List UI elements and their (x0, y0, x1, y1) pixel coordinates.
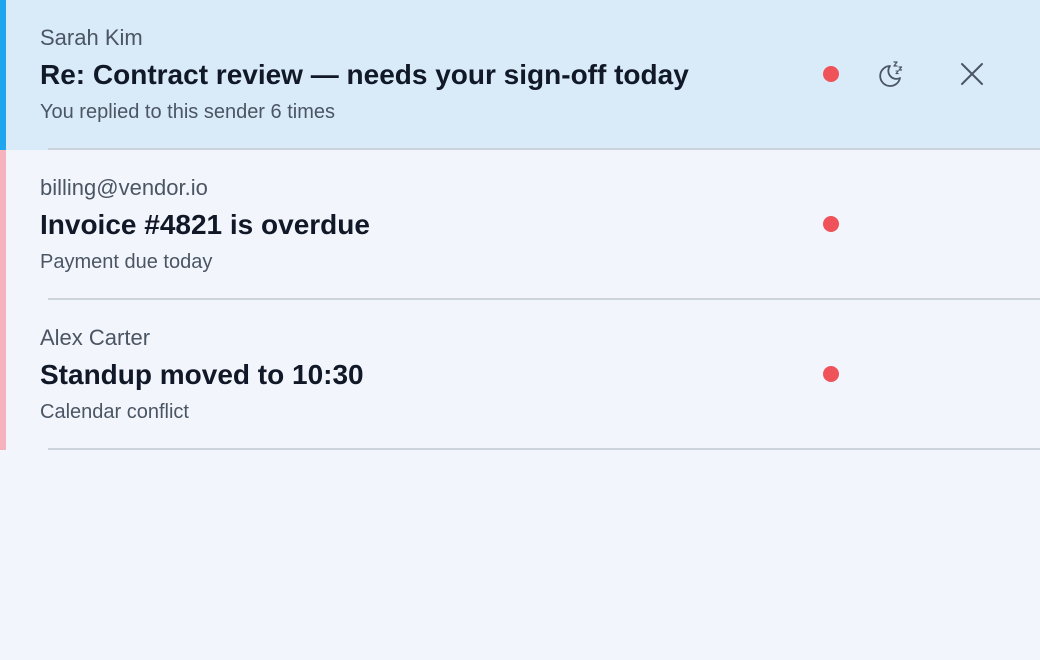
priority-reason: You replied to this sender 6 times (40, 101, 335, 123)
sender-name: billing@vendor.io (40, 175, 208, 200)
message-row[interactable]: Alex Carter Standup moved to 10:30 Calen… (0, 300, 1040, 450)
message-subject: Invoice #4821 is overdue (40, 209, 370, 240)
close-icon (961, 63, 983, 85)
unread-dot (823, 66, 839, 82)
message-subject: Re: Contract review — needs your sign-of… (40, 59, 689, 90)
selected-indicator (0, 0, 6, 150)
dismiss-button[interactable] (954, 56, 990, 92)
unread-dot (823, 366, 839, 382)
priority-reason: Payment due today (40, 251, 213, 273)
priority-indicator (0, 150, 6, 300)
sender-name: Alex Carter (40, 325, 151, 350)
snooze-button[interactable] (873, 56, 909, 92)
message-subject: Standup moved to 10:30 (40, 359, 364, 390)
unread-dot (823, 216, 839, 232)
message-row[interactable]: Sarah Kim Re: Contract review — needs yo… (0, 0, 1040, 150)
priority-indicator (0, 300, 6, 450)
priority-message-list: Sarah Kim Re: Contract review — needs yo… (0, 0, 1040, 450)
sender-name: Sarah Kim (40, 25, 143, 50)
message-row[interactable]: billing@vendor.io Invoice #4821 is overd… (0, 150, 1040, 300)
row-divider (48, 448, 1040, 450)
priority-reason: Calendar conflict (40, 401, 189, 423)
snooze-icon (879, 61, 903, 87)
